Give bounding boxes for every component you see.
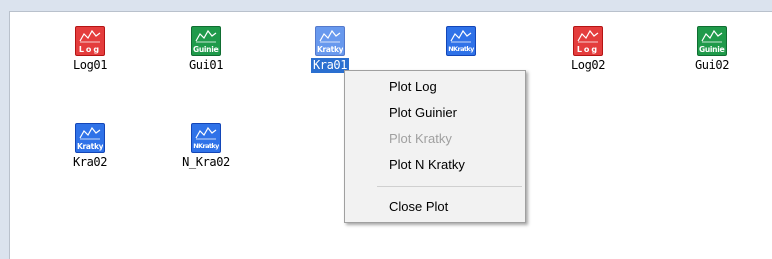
list-item-gui02[interactable]: Guinier Gui02 bbox=[672, 25, 752, 85]
list-item-log02[interactable]: Log Log02 bbox=[548, 25, 628, 85]
list-item-n-kra02[interactable]: NKratky N_Kra02 bbox=[166, 122, 246, 182]
menu-item-plot-log[interactable]: Plot Log bbox=[347, 75, 523, 99]
menu-separator bbox=[377, 186, 522, 187]
menu-item-close-plot[interactable]: Close Plot bbox=[347, 195, 523, 219]
list-item-kra02[interactable]: Kratky Kra02 bbox=[50, 122, 130, 182]
menu-item-plot-kratky: Plot Kratky bbox=[389, 131, 452, 146]
item-label: Gui02 bbox=[694, 58, 730, 72]
list-item-log01[interactable]: Log Log01 bbox=[50, 25, 130, 85]
nkratky-plot-icon: NKratky bbox=[191, 123, 221, 153]
item-label: N_Kra02 bbox=[182, 155, 230, 169]
item-label: Log02 bbox=[570, 58, 606, 72]
nkratky-plot-icon: NKratky bbox=[446, 26, 476, 56]
log-plot-icon: Log bbox=[75, 26, 105, 56]
kratky-plot-icon: Kratky bbox=[315, 26, 345, 56]
item-label: Gui01 bbox=[188, 58, 224, 72]
context-menu: Plot Log Plot Guinier Plot Kratky Plot N… bbox=[344, 70, 526, 223]
item-label: Kra02 bbox=[72, 155, 108, 169]
kratky-plot-icon: Kratky bbox=[75, 123, 105, 153]
menu-item-plot-n-kratky[interactable]: Plot N Kratky bbox=[347, 153, 523, 177]
guinier-plot-icon: Guinier bbox=[191, 26, 221, 56]
guinier-plot-icon: Guinier bbox=[697, 26, 727, 56]
log-plot-icon: Log bbox=[573, 26, 603, 56]
item-label: Log01 bbox=[72, 58, 108, 72]
menu-item-plot-guinier[interactable]: Plot Guinier bbox=[347, 101, 523, 125]
list-item-gui01[interactable]: Guinier Gui01 bbox=[166, 25, 246, 85]
